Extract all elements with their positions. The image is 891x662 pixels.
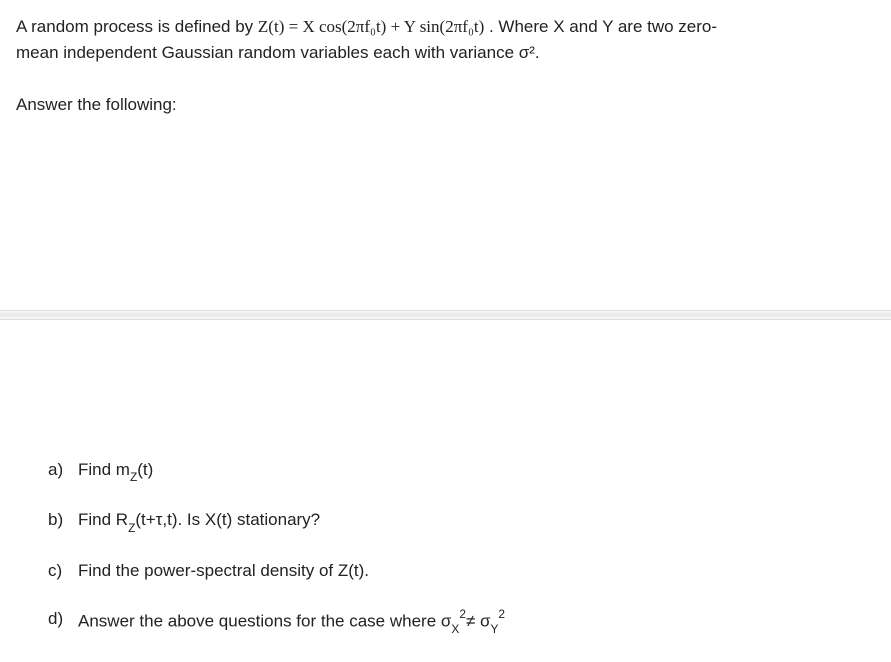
problem-section: A random process is defined by Z(t) = X … [0, 0, 891, 115]
question-c: c) Find the power-spectral density of Z(… [48, 561, 843, 581]
question-label-a: a) [48, 460, 78, 482]
problem-equation: Z(t) = X cos(2πf₀t) + Y sin(2πf₀t) [258, 17, 484, 36]
section-divider [0, 310, 891, 320]
question-d: d) Answer the above questions for the ca… [48, 609, 843, 634]
question-a: a) Find mZ(t) [48, 460, 843, 482]
problem-line2: mean independent Gaussian random variabl… [16, 43, 540, 62]
question-text-c: Find the power-spectral density of Z(t). [78, 561, 369, 581]
questions-section: a) Find mZ(t) b) Find RZ(t+τ,t). Is X(t)… [0, 460, 891, 662]
question-label-c: c) [48, 561, 78, 581]
question-label-b: b) [48, 510, 78, 532]
answer-prompt: Answer the following: [16, 95, 875, 115]
question-text-b: Find RZ(t+τ,t). Is X(t) stationary? [78, 510, 320, 532]
problem-text-prefix: A random process is defined by [16, 17, 258, 36]
problem-text-suffix: . Where X and Y are two zero- [484, 17, 717, 36]
question-text-d: Answer the above questions for the case … [78, 609, 505, 634]
question-text-a: Find mZ(t) [78, 460, 153, 482]
question-b: b) Find RZ(t+τ,t). Is X(t) stationary? [48, 510, 843, 532]
question-label-d: d) [48, 609, 78, 634]
problem-statement: A random process is defined by Z(t) = X … [16, 14, 875, 65]
